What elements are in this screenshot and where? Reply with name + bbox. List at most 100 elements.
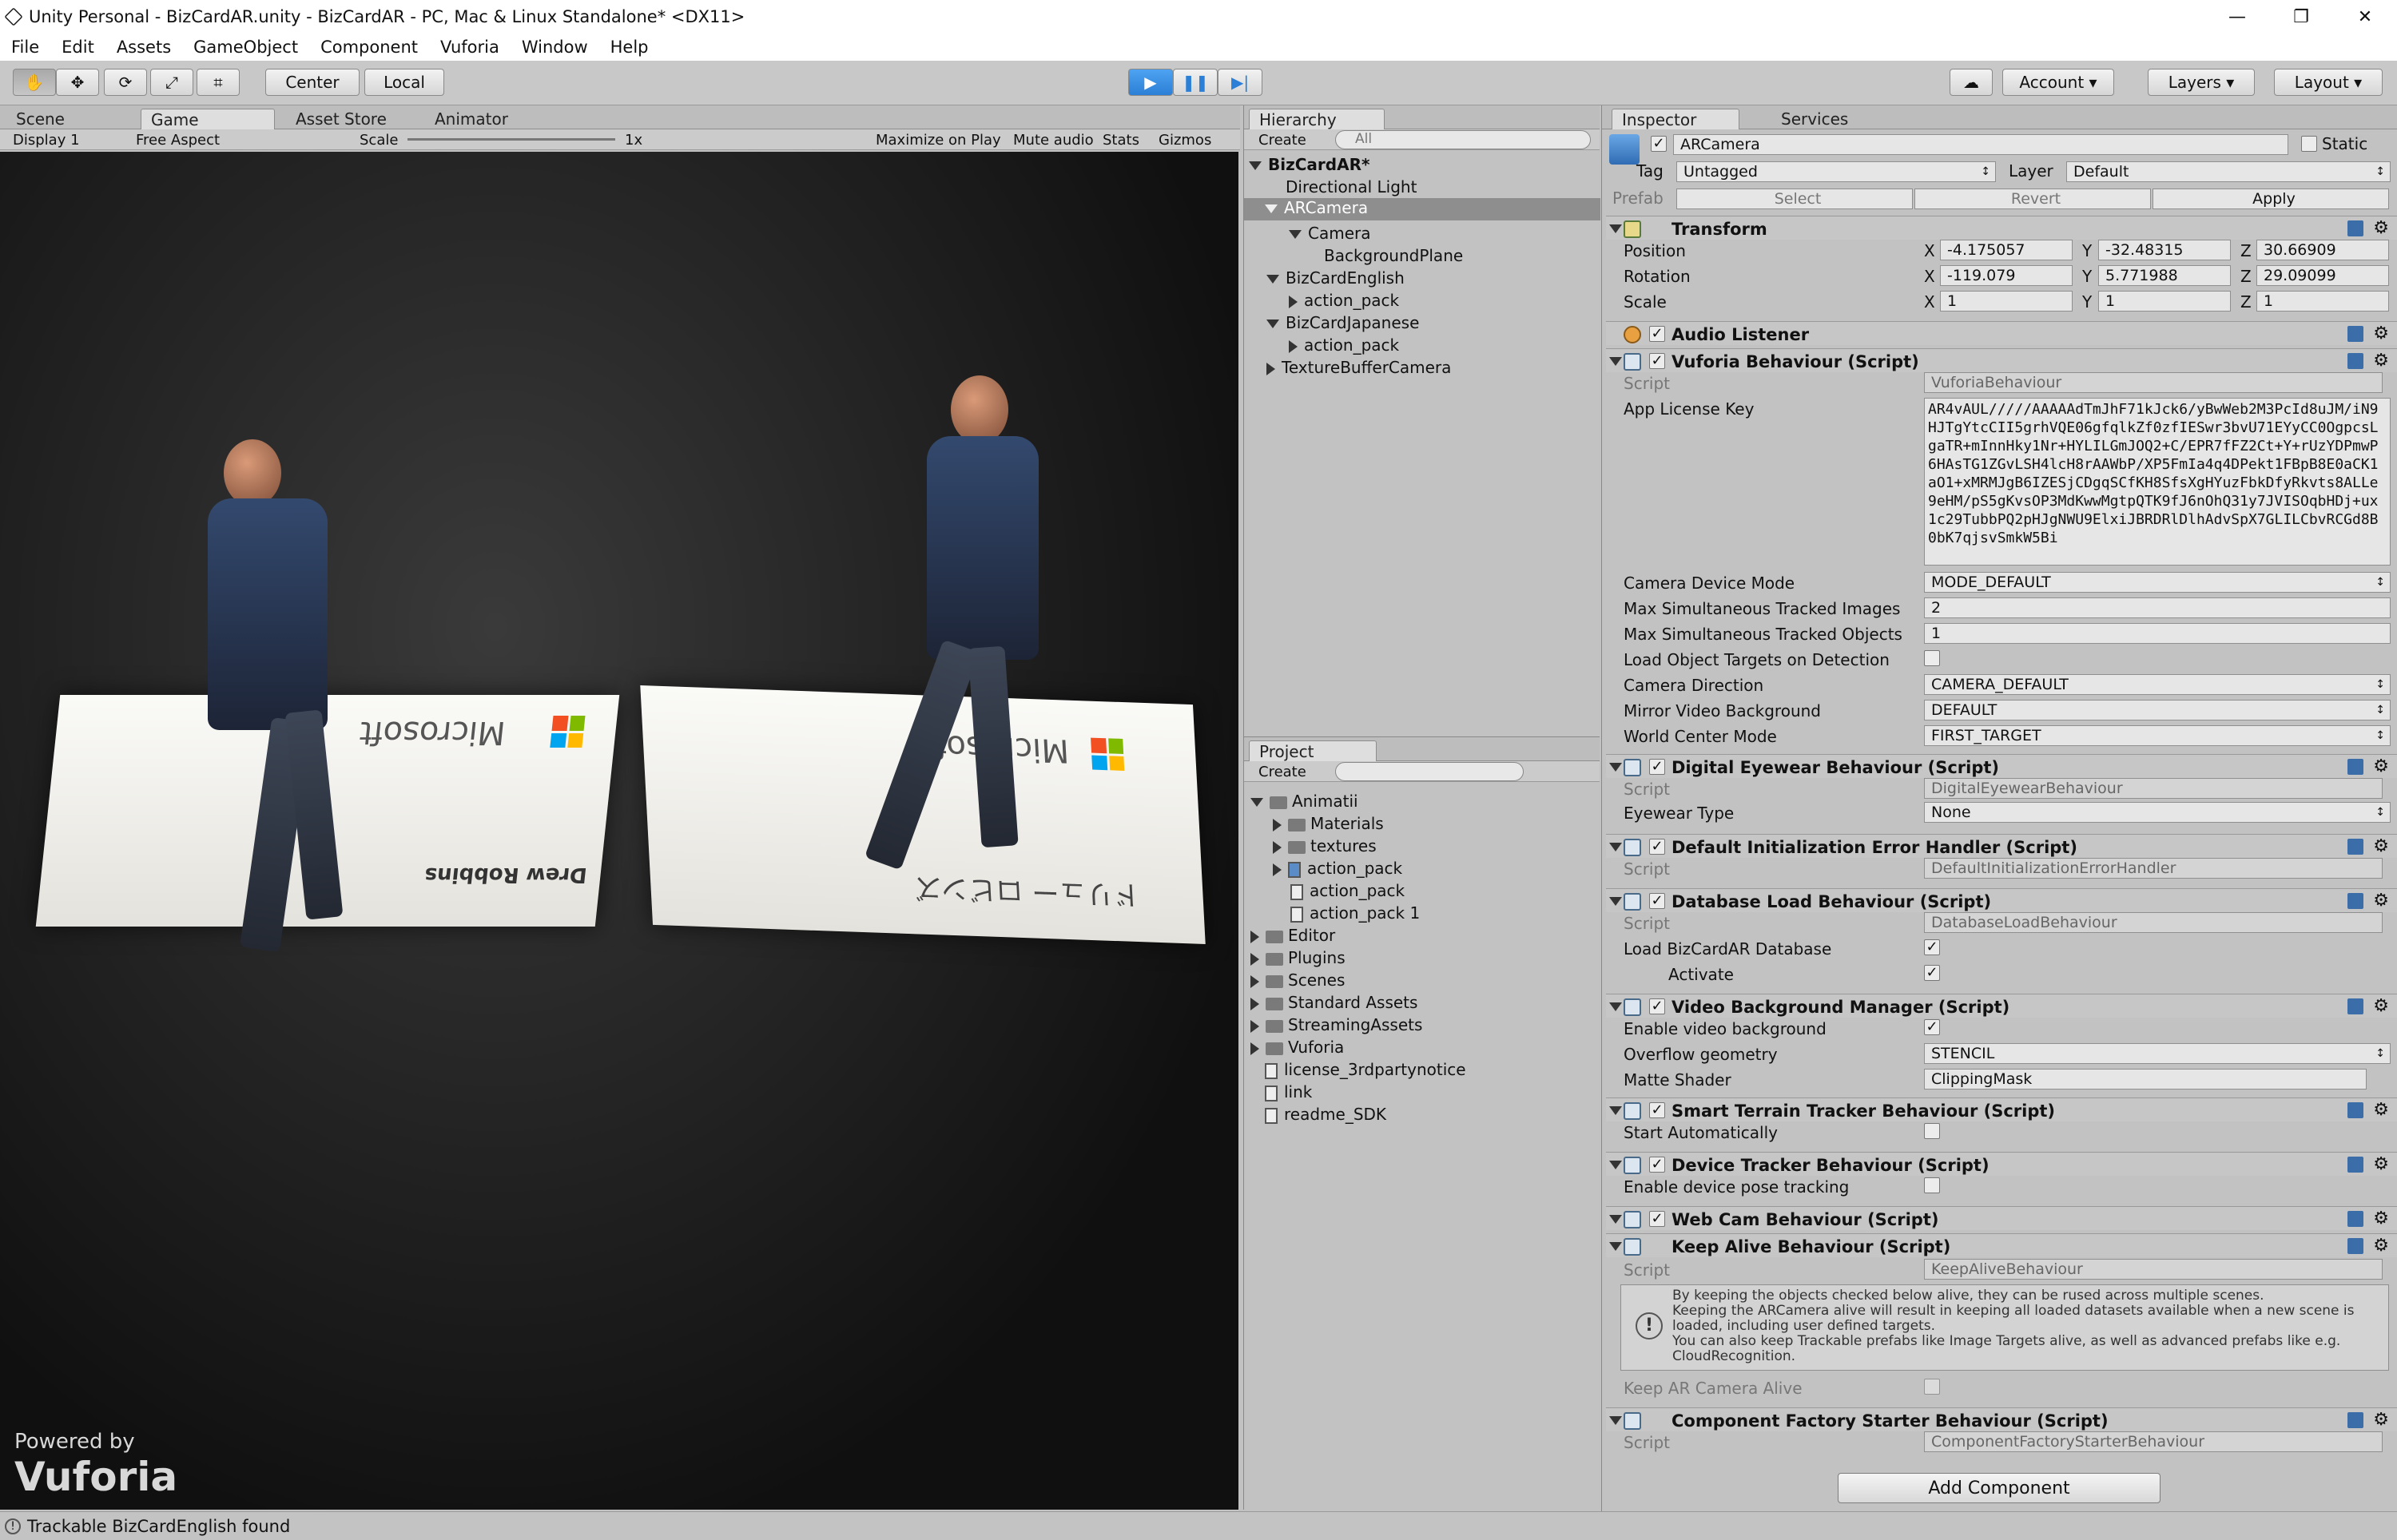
active-checkbox[interactable]: ✓ — [1651, 136, 1667, 152]
hierarchy-item[interactable]: action_pack — [1289, 335, 1399, 355]
overflow-geometry-dropdown[interactable]: STENCIL — [1924, 1043, 2391, 1064]
layers-dropdown[interactable]: Layers ▾ — [2148, 69, 2255, 96]
hierarchy-item[interactable]: Directional Light — [1286, 177, 1417, 196]
database-load-header[interactable]: ✓ Database Load Behaviour (Script) ⚙ — [1606, 888, 2397, 912]
prefab-apply-button[interactable]: Apply — [2153, 189, 2389, 209]
hierarchy-item[interactable]: Camera — [1289, 224, 1371, 243]
gear-icon[interactable]: ⚙ — [2373, 891, 2389, 911]
project-item[interactable]: Editor — [1250, 926, 1335, 945]
rect-tool-icon[interactable]: ⌗ — [197, 69, 240, 96]
gear-icon[interactable]: ⚙ — [2373, 836, 2389, 856]
help-book-icon[interactable] — [2347, 893, 2363, 909]
video-bg-checkbox[interactable]: ✓ — [1649, 998, 1665, 1014]
audio-listener-header[interactable]: ✓ Audio Listener ⚙ — [1606, 321, 2397, 345]
project-item[interactable]: textures — [1273, 836, 1377, 855]
rotation-y-field[interactable]: 5.771988 — [2098, 265, 2231, 286]
project-item[interactable]: license_3rdpartynotice — [1265, 1060, 1466, 1079]
menu-component[interactable]: Component — [309, 38, 429, 57]
hierarchy-item[interactable]: action_pack — [1289, 291, 1399, 310]
step-button[interactable]: ▶| — [1218, 69, 1262, 96]
help-book-icon[interactable] — [2347, 839, 2363, 855]
gear-icon[interactable]: ⚙ — [2373, 351, 2389, 371]
project-item[interactable]: Animatii — [1250, 792, 1358, 811]
digital-eyewear-checkbox[interactable]: ✓ — [1649, 759, 1665, 775]
scale-z-field[interactable]: 1 — [2256, 291, 2389, 312]
rotation-z-field[interactable]: 29.09099 — [2256, 265, 2389, 286]
prefab-revert-button[interactable]: Revert — [1914, 189, 2151, 209]
pause-button[interactable]: ❚❚ — [1173, 69, 1218, 96]
game-view[interactable]: Microsoft Drew Robbins Microsoft ドリュー ロビ… — [0, 152, 1238, 1510]
tab-asset-store[interactable]: Asset Store — [286, 109, 396, 129]
help-book-icon[interactable] — [2347, 1211, 2363, 1227]
minimize-button[interactable]: — — [2205, 0, 2269, 34]
project-item[interactable]: Materials — [1273, 814, 1384, 833]
scale-tool-icon[interactable]: ⤢ — [150, 69, 193, 96]
aspect-dropdown[interactable]: Free Aspect — [136, 132, 220, 149]
cloud-icon[interactable]: ☁ — [1950, 69, 1993, 96]
help-book-icon[interactable] — [2347, 1157, 2363, 1173]
position-y-field[interactable]: -32.48315 — [2098, 240, 2231, 260]
webcam-header[interactable]: ✓ Web Cam Behaviour (Script) ⚙ — [1606, 1206, 2397, 1230]
start-automatically-checkbox[interactable] — [1924, 1123, 1940, 1139]
smart-terrain-checkbox[interactable]: ✓ — [1649, 1102, 1665, 1118]
keep-alive-header[interactable]: Keep Alive Behaviour (Script) ⚙ — [1606, 1233, 2397, 1257]
camera-device-mode-dropdown[interactable]: MODE_DEFAULT — [1924, 572, 2391, 593]
move-tool-icon[interactable]: ✥ — [56, 69, 99, 96]
hierarchy-item-selected[interactable]: ARCamera — [1244, 198, 1600, 220]
help-book-icon[interactable] — [2347, 1238, 2363, 1254]
tab-inspector[interactable]: Inspector — [1612, 109, 1739, 129]
license-key-textarea[interactable]: AR4vAUL/////AAAAAdTmJhF71kJck6/yBwWeb2M3… — [1924, 398, 2391, 566]
hierarchy-search-input[interactable]: All — [1335, 130, 1591, 149]
add-component-button[interactable]: Add Component — [1838, 1473, 2160, 1503]
default-init-error-checkbox[interactable]: ✓ — [1649, 839, 1665, 855]
menu-vuforia[interactable]: Vuforia — [429, 38, 511, 57]
keep-camera-alive-checkbox[interactable] — [1924, 1379, 1940, 1395]
prefab-select-button[interactable]: Select — [1676, 189, 1913, 209]
hierarchy-item[interactable]: BizCardJapanese — [1266, 313, 1419, 332]
scale-slider[interactable] — [407, 138, 615, 141]
menu-help[interactable]: Help — [599, 38, 660, 57]
object-name-field[interactable]: ARCamera — [1673, 134, 2288, 155]
help-book-icon[interactable] — [2347, 220, 2363, 236]
mirror-video-dropdown[interactable]: DEFAULT — [1924, 700, 2391, 720]
stats-toggle[interactable]: Stats — [1103, 132, 1139, 149]
enable-video-checkbox[interactable]: ✓ — [1924, 1019, 1940, 1035]
gear-icon[interactable]: ⚙ — [2373, 1100, 2389, 1120]
project-item[interactable]: Vuforia — [1250, 1038, 1344, 1057]
component-factory-header[interactable]: Component Factory Starter Behaviour (Scr… — [1606, 1407, 2397, 1431]
gear-icon[interactable]: ⚙ — [2373, 996, 2389, 1016]
menu-edit[interactable]: Edit — [50, 38, 105, 57]
audio-listener-checkbox[interactable]: ✓ — [1649, 326, 1665, 342]
position-z-field[interactable]: 30.66909 — [2256, 240, 2389, 260]
smart-terrain-header[interactable]: ✓ Smart Terrain Tracker Behaviour (Scrip… — [1606, 1097, 2397, 1121]
hierarchy-create-button[interactable]: Create — [1258, 132, 1306, 149]
gear-icon[interactable]: ⚙ — [2373, 218, 2389, 238]
account-dropdown[interactable]: Account ▾ — [2002, 69, 2114, 96]
gear-icon[interactable]: ⚙ — [2373, 756, 2389, 776]
tag-dropdown[interactable]: Untagged — [1676, 161, 1996, 182]
project-item[interactable]: action_pack — [1273, 859, 1402, 878]
database-load-checkbox[interactable]: ✓ — [1649, 893, 1665, 909]
project-item[interactable]: link — [1265, 1082, 1312, 1101]
hierarchy-item[interactable]: BackgroundPlane — [1324, 246, 1463, 265]
project-item[interactable]: action_pack — [1290, 881, 1405, 900]
activate-checkbox[interactable]: ✓ — [1924, 965, 1940, 981]
vuforia-behaviour-header[interactable]: ✓ Vuforia Behaviour (Script) ⚙ — [1606, 348, 2397, 372]
project-item[interactable]: StreamingAssets — [1250, 1015, 1422, 1034]
menu-gameobject[interactable]: GameObject — [182, 38, 309, 57]
gear-icon[interactable]: ⚙ — [2373, 1236, 2389, 1256]
help-book-icon[interactable] — [2347, 326, 2363, 342]
rotate-tool-icon[interactable]: ⟳ — [104, 69, 147, 96]
display-dropdown[interactable]: Display 1 — [13, 132, 80, 149]
default-init-error-header[interactable]: ✓ Default Initialization Error Handler (… — [1606, 834, 2397, 858]
eyewear-type-dropdown[interactable]: None — [1924, 802, 2391, 823]
pivot-center-button[interactable]: Center — [265, 69, 360, 96]
restore-button[interactable]: ❐ — [2269, 0, 2333, 34]
project-item[interactable]: readme_SDK — [1265, 1105, 1386, 1124]
vuforia-behaviour-checkbox[interactable]: ✓ — [1649, 353, 1665, 369]
camera-direction-dropdown[interactable]: CAMERA_DEFAULT — [1924, 674, 2391, 695]
webcam-checkbox[interactable]: ✓ — [1649, 1211, 1665, 1227]
menu-file[interactable]: File — [0, 38, 50, 57]
matte-shader-field[interactable]: ClippingMask — [1924, 1069, 2367, 1090]
tab-project[interactable]: Project — [1249, 740, 1377, 761]
